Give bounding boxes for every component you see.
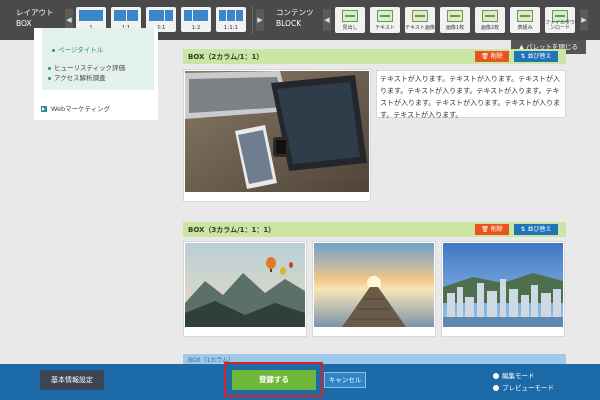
file-download-block-button[interactable]: ファイルダウンロード [545, 7, 575, 33]
box-2col-sort-button[interactable]: ⇅ 並び替え [514, 51, 558, 62]
content-block-title: コンテンツ BLOCK [276, 8, 314, 28]
save-button[interactable]: 登録する [232, 370, 316, 390]
box-2col-header: BOX（2カラム/1：1） 🗑 削除 ⇅ 並び替え [183, 49, 566, 64]
sort-arrows-icon: ⇅ [520, 53, 526, 60]
mountain-balloons-image [185, 243, 305, 327]
sidebar-item-heuristic[interactable]: ヒューリスティック評価 [48, 62, 125, 72]
table-icon [517, 10, 533, 22]
images-icon [482, 10, 498, 22]
bullet-icon [48, 66, 51, 70]
radio-icon [493, 385, 499, 391]
box-3col-sort-button[interactable]: ⇅ 並び替え [514, 224, 558, 235]
text-image-icon [412, 10, 428, 22]
text-icon [377, 10, 393, 22]
box-2col-title: BOX（2カラム/1：1） [188, 53, 264, 61]
toolbar-divider [252, 6, 253, 34]
bullet-icon [48, 76, 51, 80]
table-block-button[interactable]: 表組み [510, 7, 540, 33]
box-3col-title: BOX（3カラム/1：1：1） [188, 226, 276, 234]
arrow-square-icon [41, 106, 47, 112]
heading-block-button[interactable]: 見出し [335, 7, 365, 33]
bullet-icon [52, 48, 55, 52]
box-3col-header: BOX（3カラム/1：1：1） 🗑 削除 ⇅ 並び替え [183, 222, 566, 237]
toolbar-scroll-right-arrow[interactable]: ▶ [256, 9, 264, 31]
box-3col-delete-button[interactable]: 🗑 削除 [475, 224, 509, 235]
box-2col-text[interactable]: テキストが入ります。テキストが入ります。テキストが入ります。テキストが入ります。… [376, 70, 566, 119]
sort-arrows-icon: ⇅ [520, 226, 526, 233]
city-skyline-image [443, 243, 563, 327]
box-2col-delete-button[interactable]: 🗑 削除 [475, 51, 509, 62]
layout-box-title: レイアウト BOX [16, 8, 54, 28]
trash-icon: 🗑 [481, 226, 489, 233]
preview-mode-radio[interactable]: プレビューモード [493, 382, 554, 392]
basic-settings-button[interactable]: 基本情報設定 [40, 370, 104, 390]
pier-sunset-image [314, 243, 434, 327]
image-1-block-button[interactable]: 画像1枚 [440, 7, 470, 33]
sidebar-item-access-analysis[interactable]: アクセス解析調査 [48, 72, 106, 82]
layout-1-2-column-button[interactable]: 1:2 [181, 7, 211, 32]
cancel-button[interactable]: キャンセル [324, 372, 366, 388]
edit-mode-radio[interactable]: 編集モード [493, 370, 535, 380]
text-image-block-button[interactable]: テキスト画像 [405, 7, 435, 33]
text-block-button[interactable]: テキスト [370, 7, 400, 33]
laptop-tablet-phone-image [185, 71, 369, 192]
trash-icon: 🗑 [481, 53, 489, 60]
sidebar-item-page-title[interactable]: ページタイトル [52, 44, 103, 54]
image-2-block-button[interactable]: 画像2枚 [475, 7, 505, 33]
layout-3-column-button[interactable]: 1:1:1 [216, 7, 246, 32]
sidebar-item-web-marketing[interactable]: Webマーケティング [41, 103, 110, 113]
radio-selected-icon [493, 373, 499, 379]
heading-icon [342, 10, 358, 22]
sidebar-nav: ページタイトル ヒューリスティック評価 アクセス解析調査 Webマーケティング [34, 28, 158, 120]
content-scroll-right-arrow[interactable]: ▶ [580, 9, 588, 31]
content-scroll-left-arrow[interactable]: ◀ [323, 9, 331, 31]
image-icon [447, 10, 463, 22]
